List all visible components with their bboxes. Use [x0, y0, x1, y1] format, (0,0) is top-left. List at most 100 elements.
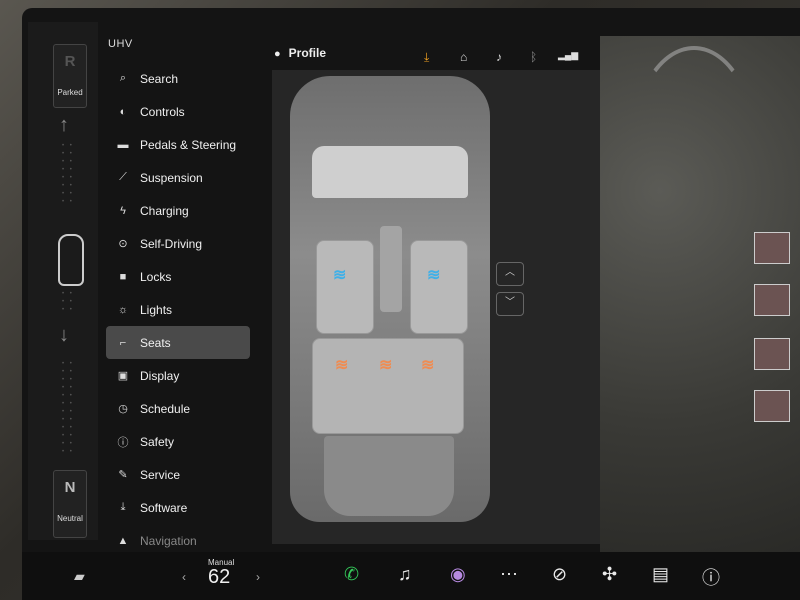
seat-up-button[interactable]: ︿ [496, 262, 524, 286]
menu-item-safety[interactable]: ⓘ Safety [106, 425, 250, 458]
menu-item-pedals-steering[interactable]: ▬ Pedals & Steering [106, 128, 250, 161]
apps-icon[interactable]: ⋯ [500, 564, 518, 585]
lock-icon: ■ [119, 270, 127, 283]
alert-icon: ⓘ [117, 436, 129, 449]
suspension-icon: ⟋ [119, 171, 127, 183]
search-icon: ⌕ [119, 72, 127, 84]
menu-item-label: Suspension [140, 170, 203, 185]
menu-item-software[interactable]: ⤓ Software [106, 491, 250, 524]
car-top-view: ≋ ≋ ≋ ≋ ≋ [290, 76, 490, 522]
menu-item-search[interactable]: ⌕ Search [106, 62, 250, 95]
touchscreen: R Parked ↑ • • • • • • • • • • • • • • • • • • •… [22, 8, 800, 552]
menu-item-self-driving[interactable]: ⊙ Self-Driving [106, 227, 250, 260]
map-poi-thumbnail[interactable] [754, 284, 790, 316]
map-poi-thumbnail[interactable] [754, 390, 790, 422]
dotted-track: • • • • • • • • • • • • • • • • • • • • • • • • [62, 361, 74, 455]
menu-item-label: Schedule [140, 401, 191, 416]
settings-sidebar: UHV ⌕ Search ◐ Controls ▬ Pedals & Steering… [100, 28, 260, 548]
wrench-icon: ✎ [118, 469, 128, 481]
gear-selector-bottom[interactable]: N Neutral [53, 470, 87, 538]
menu-item-controls[interactable]: ◐ Controls [106, 95, 250, 128]
car-outline-icon [58, 234, 84, 286]
map-road [630, 46, 758, 254]
cabin-temperature[interactable]: 62 [208, 566, 230, 589]
steering-wheel-icon: ⊙ [118, 238, 128, 250]
dotted-track: • • • • • • • • • • • • • • • • [62, 143, 74, 205]
rear-defrost-icon[interactable]: ▤ [652, 564, 669, 585]
car-icon: ▬ [117, 138, 129, 151]
menu-item-label: Service [140, 467, 181, 482]
menu-item-label: Navigation [140, 533, 197, 548]
lte-signal-icon: ▂▄▆ [558, 50, 579, 60]
fan-icon[interactable]: ✣ [602, 564, 617, 585]
bottom-dock: ▰ ‹ Manual 62 › ✆ ♫ ◉ ⋯ ⊘ ✣ ▤ ⓘ [22, 552, 800, 600]
map-poi-thumbnail[interactable] [754, 338, 790, 370]
temp-decrease-button[interactable]: ‹ [182, 570, 186, 584]
music-icon[interactable]: ♫ [398, 564, 412, 585]
display-icon: ▣ [117, 370, 129, 382]
menu-item-navigation[interactable]: ▲ Navigation [106, 524, 250, 552]
menu-item-lights[interactable]: ☼ Lights [106, 293, 250, 326]
seat-passenger[interactable]: ≋ [410, 240, 468, 334]
sun-icon: ☼ [117, 303, 129, 316]
seat-heat-icon: ≋ [335, 357, 348, 374]
menu-item-label: Search [140, 71, 179, 86]
top-status-bar: ● Profile ⤓ ⌂ ♪ ᛒ ▂▄▆ [260, 40, 590, 66]
menu-item-label: Software [140, 500, 188, 515]
seat-cooling-icon: ≋ [333, 267, 346, 284]
center-console [380, 226, 402, 312]
gear-status-label: Neutral [57, 514, 83, 523]
defrost-icon[interactable]: ⊘ [552, 564, 567, 585]
menu-item-label: Safety [140, 434, 175, 449]
arrow-down-icon[interactable]: ↓ [59, 324, 69, 347]
gear-letter: N [64, 479, 76, 496]
gear-letter: R [64, 53, 76, 70]
menu-item-label: Locks [140, 269, 172, 284]
menu-item-charging[interactable]: ϟ Charging [106, 194, 250, 227]
menu-item-label: Charging [140, 203, 189, 218]
menu-item-service[interactable]: ✎ Service [106, 458, 250, 491]
seat-down-button[interactable]: ﹀ [496, 292, 524, 316]
menu-item-seats[interactable]: ⌐ Seats [106, 326, 250, 359]
menu-item-label: Seats [140, 335, 171, 350]
menu-item-suspension[interactable]: ⟋ Suspension [106, 161, 250, 194]
menu-item-display[interactable]: ▣ Display [106, 359, 250, 392]
navigation-icon: ▲ [117, 534, 129, 547]
clock-icon: ◷ [118, 403, 128, 415]
download-icon: ⤓ [120, 501, 126, 513]
phone-icon[interactable]: ✆ [344, 564, 359, 585]
info-icon[interactable]: ⓘ [702, 564, 720, 590]
menu-item-label: Controls [140, 104, 185, 119]
bolt-icon: ϟ [120, 204, 126, 217]
menu-item-schedule[interactable]: ◷ Schedule [106, 392, 250, 425]
person-icon: ● [274, 48, 281, 60]
brand-label: UHV [108, 38, 133, 50]
seat-visualization: ≋ ≋ ≋ ≋ ≋ ︿ ﹀ [272, 70, 600, 544]
seat-heat-icon: ≋ [379, 357, 392, 374]
seat-driver[interactable]: ≋ [316, 240, 374, 334]
seat-rear-bench[interactable]: ≋ ≋ ≋ [312, 338, 464, 434]
profile-button[interactable]: ● Profile [274, 46, 326, 60]
windshield [312, 146, 468, 198]
gear-selector-top[interactable]: R Parked [53, 44, 87, 108]
menu-item-label: Pedals & Steering [140, 137, 237, 152]
menu-item-label: Lights [140, 302, 173, 317]
map-poi-thumbnail[interactable] [754, 232, 790, 264]
car-icon[interactable]: ▰ [74, 568, 85, 585]
arrow-up-icon[interactable]: ↑ [59, 114, 69, 137]
settings-menu: ⌕ Search ◐ Controls ▬ Pedals & Steering ⟋ Su… [106, 62, 250, 552]
software-update-icon[interactable]: ⤓ [424, 50, 429, 65]
trunk [324, 436, 454, 516]
gear-strip: R Parked ↑ • • • • • • • • • • • • • • • • • • •… [28, 22, 98, 540]
garage-icon[interactable]: ⌂ [460, 50, 467, 64]
bell-icon[interactable]: ♪ [496, 50, 502, 64]
menu-item-label: Self-Driving [140, 236, 203, 251]
menu-item-locks[interactable]: ■ Locks [106, 260, 250, 293]
camera-icon[interactable]: ◉ [450, 564, 466, 585]
map-view[interactable] [600, 36, 800, 552]
dotted-track: • • • • • • [62, 291, 74, 313]
temp-increase-button[interactable]: › [256, 570, 260, 584]
toggle-icon: ◐ [119, 105, 127, 118]
gear-status-label: Parked [57, 88, 83, 97]
seat-cooling-icon: ≋ [427, 267, 440, 284]
